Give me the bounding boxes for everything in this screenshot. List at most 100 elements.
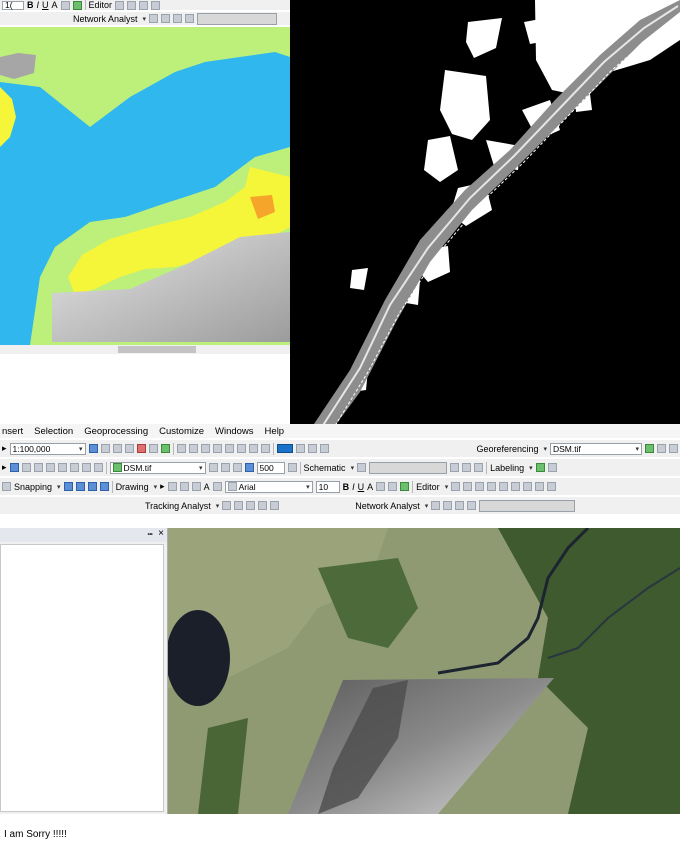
- close-icon[interactable]: ×: [158, 528, 164, 539]
- split-icon[interactable]: [511, 482, 521, 491]
- chevron-down-icon[interactable]: ▾: [351, 464, 355, 472]
- pan-icon[interactable]: [200, 444, 210, 453]
- network-layer-icon[interactable]: [431, 501, 441, 510]
- contrast-icon[interactable]: [208, 463, 218, 472]
- zoom-element-icon[interactable]: [179, 482, 189, 491]
- menu-help[interactable]: Help: [265, 426, 285, 437]
- chevron-down-icon[interactable]: ▾: [216, 502, 220, 510]
- identify-icon[interactable]: [295, 444, 305, 453]
- globe-icon[interactable]: [212, 444, 222, 453]
- snapping-menu[interactable]: Snapping: [14, 482, 52, 492]
- find-icon[interactable]: [45, 463, 55, 472]
- font-size-dropdown[interactable]: 10: [315, 480, 340, 493]
- chevron-down-icon[interactable]: ▾: [543, 445, 547, 453]
- end-snapping-icon[interactable]: [75, 482, 85, 491]
- viewer-window-icon[interactable]: [93, 463, 103, 472]
- full-extent-icon[interactable]: [88, 444, 98, 453]
- toolbox-icon[interactable]: [136, 444, 146, 453]
- fixed-zoom-out-icon[interactable]: [236, 444, 246, 453]
- search-icon[interactable]: [124, 444, 134, 453]
- reshape-icon[interactable]: [139, 0, 149, 10]
- schematic-update-icon[interactable]: [462, 463, 472, 472]
- chevron-down-icon[interactable]: ▾: [143, 15, 147, 23]
- network-layer-icon[interactable]: [149, 14, 159, 23]
- editor-menu[interactable]: Editor: [416, 482, 440, 492]
- scale-dropdown[interactable]: 1:100,000 ▾: [9, 442, 86, 455]
- directions-icon[interactable]: [467, 501, 477, 510]
- sketch-tool-icon[interactable]: [463, 482, 473, 491]
- bold-button[interactable]: B: [343, 482, 350, 492]
- bold-button[interactable]: B: [27, 0, 34, 10]
- model-builder-icon[interactable]: [160, 444, 170, 453]
- network-window-icon[interactable]: [443, 501, 453, 510]
- rotate-element-icon[interactable]: [167, 482, 177, 491]
- catalog-icon[interactable]: [112, 444, 122, 453]
- python-icon[interactable]: [148, 444, 158, 453]
- fill-color-icon[interactable]: [376, 482, 386, 491]
- drawing-menu[interactable]: Drawing: [116, 482, 149, 492]
- arrow-icon[interactable]: ▸: [2, 443, 7, 454]
- transparency-icon[interactable]: [232, 463, 242, 472]
- schematic-icon[interactable]: [357, 463, 367, 472]
- go-to-xy-icon[interactable]: [69, 463, 79, 472]
- edit-vertices-icon[interactable]: [212, 482, 222, 491]
- chevron-down-icon[interactable]: ▾: [425, 502, 429, 510]
- forward-icon[interactable]: [260, 444, 270, 453]
- directions-icon[interactable]: [185, 14, 195, 23]
- menu-selection[interactable]: Selection: [34, 426, 73, 437]
- menu-windows[interactable]: Windows: [215, 426, 254, 437]
- network-analyst-menu[interactable]: Network Analyst: [73, 14, 138, 24]
- edge-snapping-icon[interactable]: [99, 482, 109, 491]
- tracking-filter-icon[interactable]: [270, 501, 280, 510]
- pin-icon[interactable]: ⭺: [147, 529, 153, 543]
- solve-icon[interactable]: [173, 14, 183, 23]
- underline-button[interactable]: U: [358, 482, 365, 492]
- zoom-in-icon[interactable]: [176, 444, 186, 453]
- fixed-zoom-in-icon[interactable]: [224, 444, 234, 453]
- reshape-icon[interactable]: [499, 482, 509, 491]
- point-snapping-icon[interactable]: [63, 482, 73, 491]
- zoom-out-icon[interactable]: [188, 444, 198, 453]
- create-features-icon[interactable]: [547, 482, 557, 491]
- time-slider-icon[interactable]: [81, 463, 91, 472]
- tracking-settings-icon[interactable]: [258, 501, 268, 510]
- italic-button[interactable]: I: [37, 0, 40, 10]
- chevron-down-icon[interactable]: ▾: [154, 483, 158, 491]
- sketch-properties-icon[interactable]: [535, 482, 545, 491]
- hyperlink-icon[interactable]: [319, 444, 329, 453]
- line-color-icon[interactable]: [72, 0, 82, 10]
- chevron-down-icon[interactable]: ▾: [57, 483, 61, 491]
- view-link-table-icon[interactable]: [657, 444, 666, 453]
- attributes-icon[interactable]: [523, 482, 533, 491]
- classified-map-canvas[interactable]: [0, 27, 290, 345]
- brightness-icon[interactable]: [220, 463, 230, 472]
- rotate-icon[interactable]: [669, 444, 678, 453]
- network-window-icon[interactable]: [161, 14, 171, 23]
- select-arrow-icon[interactable]: ▸: [160, 481, 165, 492]
- network-dataset-dropdown[interactable]: [197, 12, 278, 25]
- chevron-down-icon[interactable]: ▾: [529, 464, 533, 472]
- schematic-propagate-icon[interactable]: [474, 463, 484, 472]
- georef-layer-dropdown[interactable]: DSM.tif ▾: [550, 442, 642, 455]
- edit-tool-icon[interactable]: [451, 482, 461, 491]
- marker-color-icon[interactable]: [400, 482, 410, 491]
- line-color-icon[interactable]: [388, 482, 398, 491]
- find-route-icon[interactable]: [57, 463, 67, 472]
- html-popup-icon[interactable]: [33, 463, 43, 472]
- schematic-menu[interactable]: Schematic: [304, 463, 346, 473]
- pencil-icon[interactable]: [21, 463, 31, 472]
- georeferencing-menu[interactable]: Georeferencing: [476, 444, 538, 454]
- font-size-dropdown[interactable]: 1(: [2, 0, 24, 10]
- layer-dropdown[interactable]: DSM.tif ▾: [109, 461, 206, 474]
- labeling-menu[interactable]: Labeling: [490, 463, 524, 473]
- satellite-map-canvas[interactable]: [168, 528, 680, 814]
- color-swatch-icon[interactable]: [276, 444, 293, 453]
- label-manager-icon[interactable]: [535, 463, 545, 472]
- network-dataset-dropdown[interactable]: [479, 499, 576, 512]
- resolution-input[interactable]: 500: [256, 461, 285, 474]
- layer-list[interactable]: [0, 544, 164, 812]
- font-name-dropdown[interactable]: Arial ▾: [224, 480, 313, 493]
- schematic-dropdown[interactable]: [369, 461, 448, 474]
- back-icon[interactable]: [248, 444, 258, 453]
- new-text-icon[interactable]: A: [204, 482, 210, 492]
